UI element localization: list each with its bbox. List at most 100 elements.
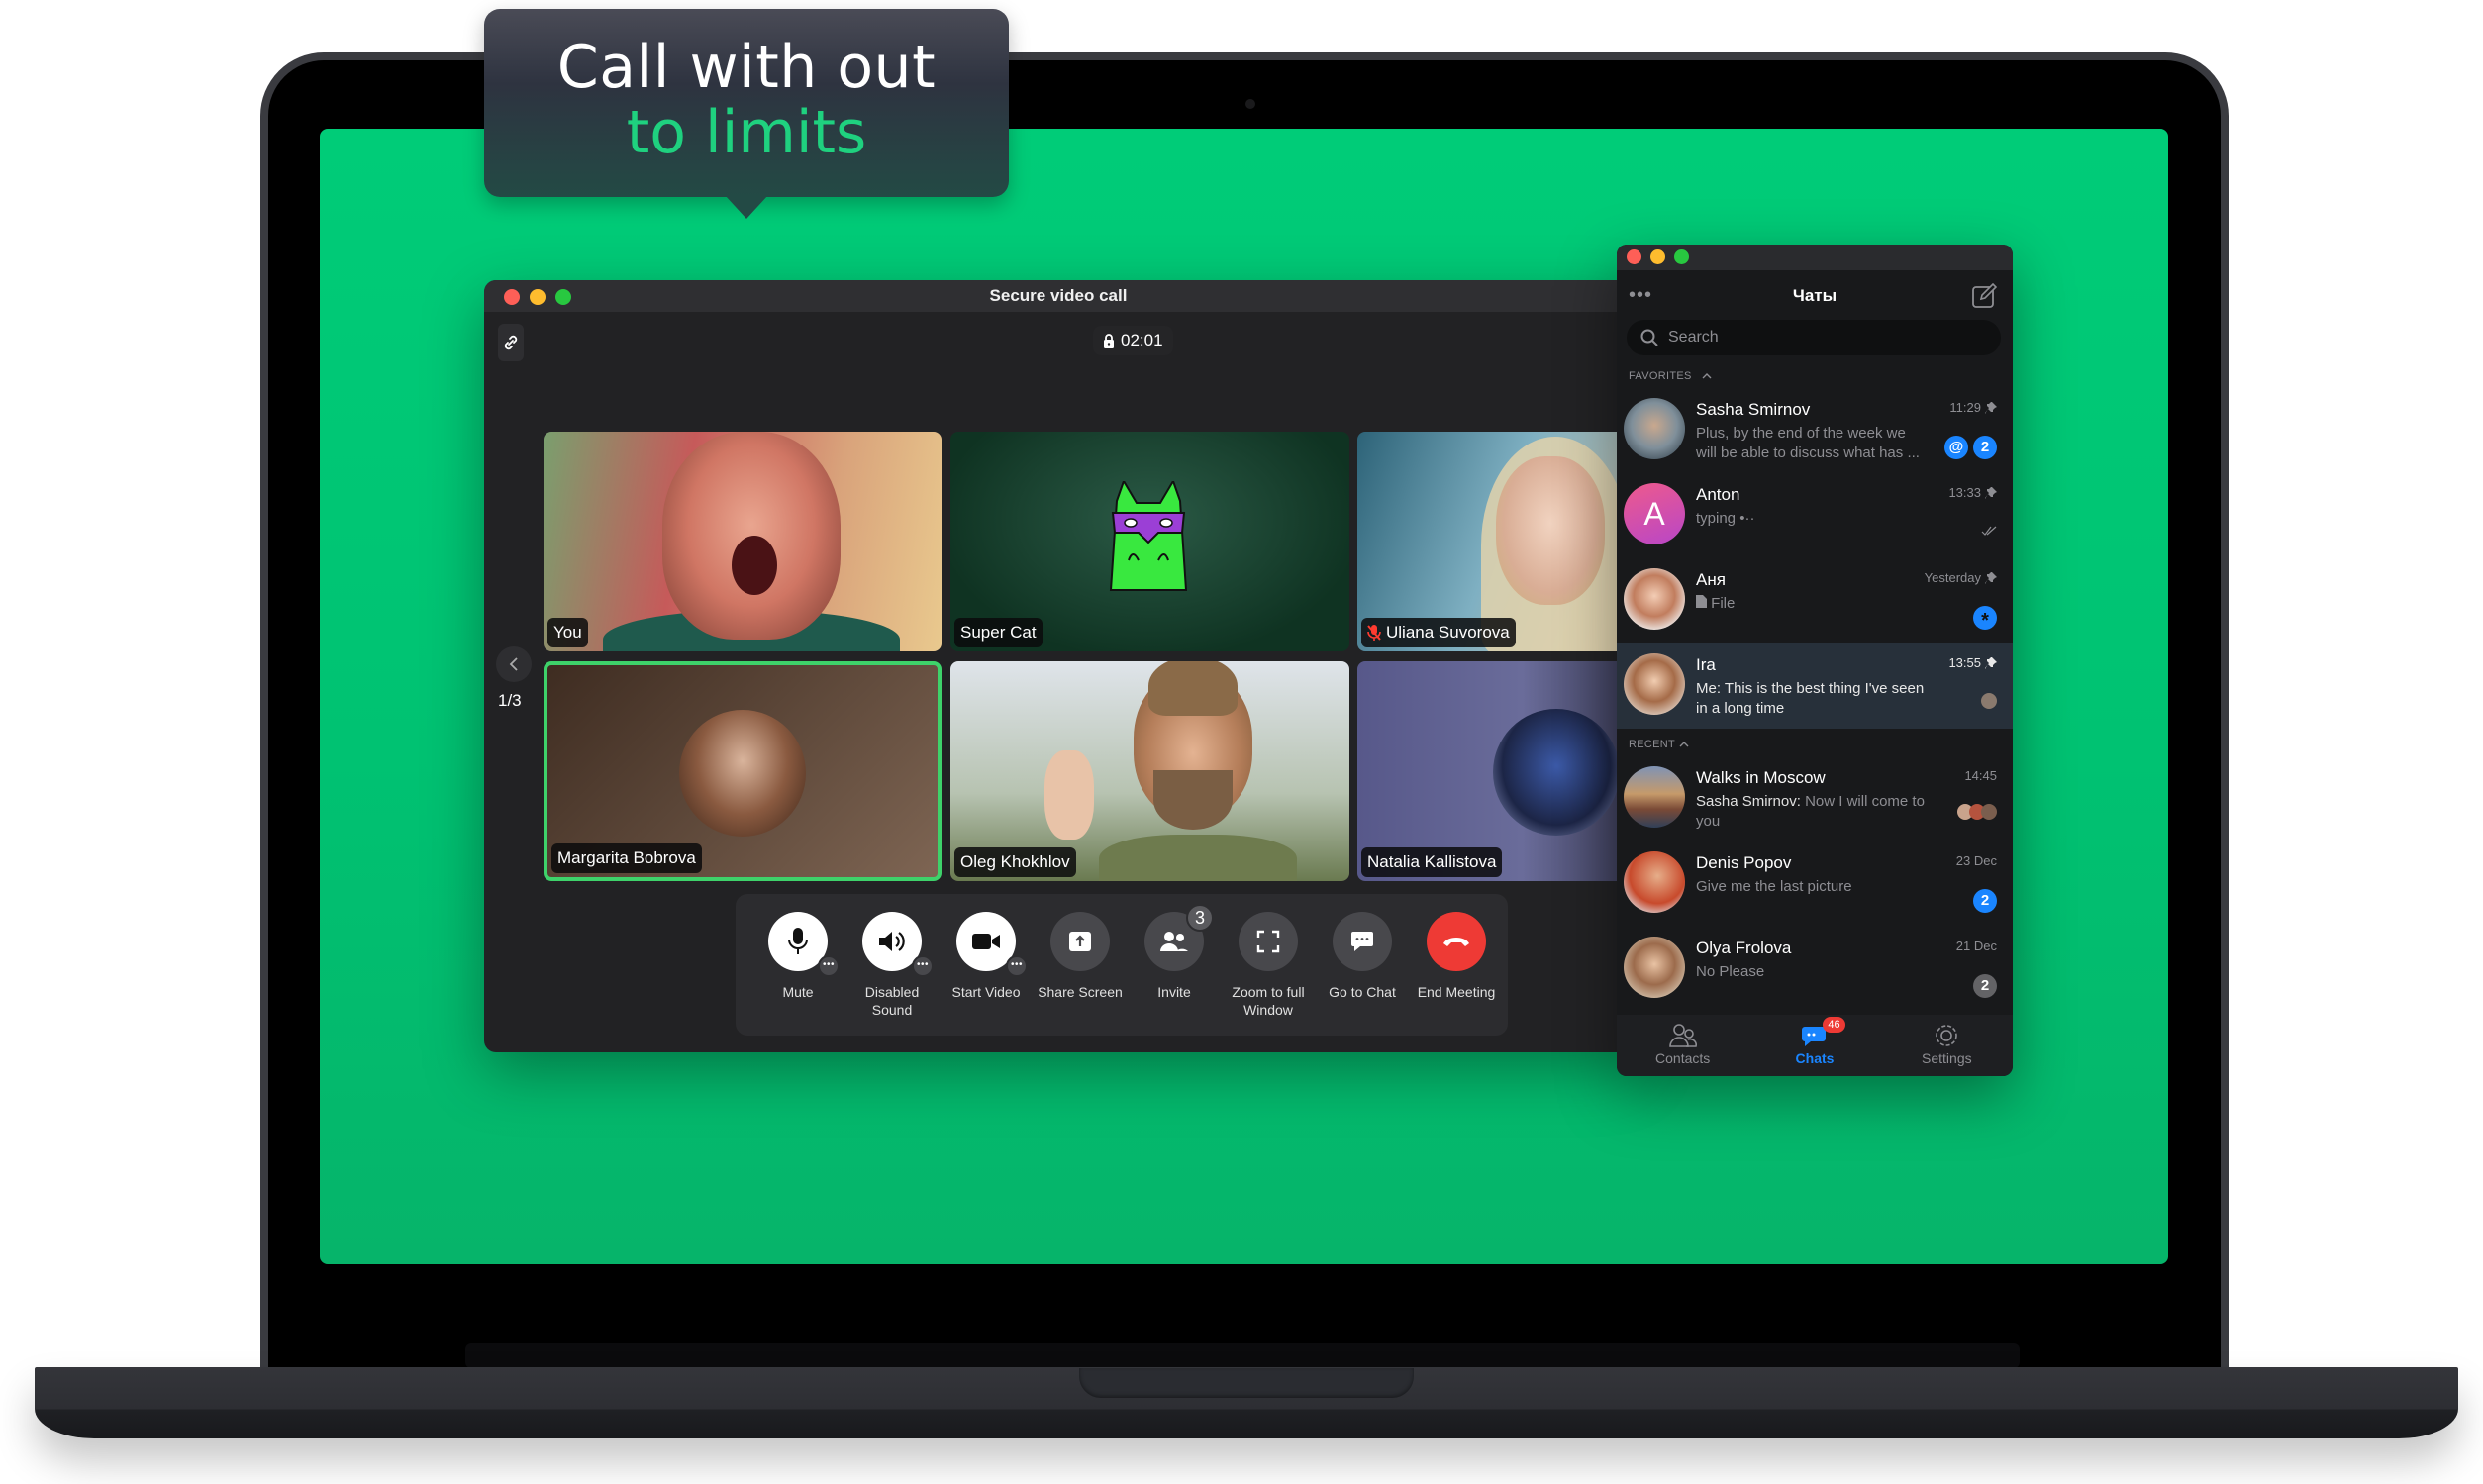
- search-field[interactable]: [1627, 320, 2001, 355]
- search-input[interactable]: [1668, 329, 1965, 346]
- unread-badge: 2: [1973, 436, 1997, 459]
- video-frame-detail: [1044, 750, 1094, 840]
- chat-preview: Me: This is the best thing I've seen in …: [1696, 680, 1925, 717]
- participant-tile-super-cat[interactable]: Super Cat: [950, 432, 1349, 651]
- chat-badges: [1981, 521, 1997, 537]
- chat-name: Walks in Moscow: [1696, 768, 1826, 787]
- chat-preview: File: [1696, 594, 1926, 614]
- call-timer: 02:01: [1093, 326, 1173, 355]
- chat-time: 14:45: [1964, 768, 1997, 783]
- chat-name: Olya Frolova: [1696, 939, 1792, 957]
- control-label: Start Video: [951, 984, 1021, 1000]
- previous-page-button[interactable]: [496, 646, 532, 682]
- page-indicator: 1/3: [498, 691, 522, 710]
- lock-icon: [1104, 333, 1114, 348]
- control-label: Zoom to full Window: [1232, 984, 1305, 1018]
- control-label: End Meeting: [1417, 984, 1496, 1000]
- avatar: [1624, 398, 1685, 459]
- chat-time: Yesterday: [1925, 570, 1997, 585]
- sound-button[interactable]: ••• Disabled Sound: [847, 912, 937, 1019]
- participant-name-tag: Oleg Khokhlov: [954, 847, 1076, 877]
- video-window-titlebar: Secure video call: [484, 280, 1633, 312]
- chat-item-ira[interactable]: Ira 13:55 Me: This is the best thing I'v…: [1617, 643, 2013, 729]
- chat-preview: Plus, by the end of the week we will be …: [1696, 425, 1920, 461]
- chevron-left-icon: [509, 657, 518, 671]
- sound-options-button[interactable]: •••: [912, 955, 934, 977]
- copy-link-button[interactable]: [498, 324, 524, 361]
- time-text: 23 Dec: [1955, 853, 1997, 868]
- participant-name-tag: You: [547, 618, 588, 647]
- tab-contacts[interactable]: Contacts: [1617, 1015, 1748, 1076]
- speaker-icon: [879, 932, 905, 951]
- compose-button[interactable]: [1971, 282, 1998, 314]
- participant-tile-natalia-kallistova[interactable]: Natalia Kallistova: [1357, 661, 1633, 881]
- participant-name: Uliana Suvorova: [1386, 623, 1510, 642]
- control-label: Invite: [1157, 984, 1191, 1000]
- participant-name: Natalia Kallistova: [1367, 852, 1497, 871]
- participant-tile-oleg-khokhlov[interactable]: Oleg Khokhlov: [950, 661, 1349, 881]
- time-text: 21 Dec: [1955, 939, 1997, 953]
- chat-item-sasha-smirnov[interactable]: Sasha Smirnov 11:29 Plus, by the end of …: [1617, 388, 2013, 473]
- bottom-tab-bar: Contacts 46 Chats Settings: [1617, 1015, 2013, 1076]
- control-label: Mute: [782, 984, 814, 1000]
- chat-item-anton[interactable]: A Anton 13:33 typing •··: [1617, 473, 2013, 558]
- participant-name: Super Cat: [960, 623, 1037, 642]
- link-icon: [504, 335, 518, 350]
- call-controls-bar: ••• Mute ••• Disabled Sound ••• Start Vi…: [736, 894, 1508, 1036]
- promo-subheadline: to limits: [626, 98, 867, 167]
- chat-time: 13:33: [1948, 485, 1997, 500]
- chat-item-olya-frolova[interactable]: Olya Frolova 21 Dec No Please 2: [1617, 927, 2013, 1012]
- invite-button[interactable]: 3 Invite: [1130, 904, 1219, 1001]
- double-check-read-icon: [1981, 526, 1997, 536]
- share-screen-button[interactable]: Share Screen: [1036, 912, 1125, 1001]
- chats-title: Чаты: [1792, 286, 1837, 305]
- start-video-button[interactable]: ••• Start Video: [942, 912, 1031, 1001]
- cat-sticker-avatar: [1109, 481, 1188, 591]
- chat-item-anya[interactable]: Аня Yesterday File *: [1617, 558, 2013, 643]
- participant-name: Margarita Bobrova: [557, 848, 696, 867]
- tab-settings[interactable]: Settings: [1881, 1015, 2013, 1076]
- compose-icon: [1972, 282, 1998, 308]
- group-member-avatar: [1981, 804, 1997, 820]
- zoom-full-window-button[interactable]: Zoom to full Window: [1224, 912, 1313, 1019]
- participant-tile-you[interactable]: You: [544, 432, 942, 651]
- favorites-section-toggle[interactable]: FAVORITES: [1617, 355, 2013, 388]
- time-text: 14:45: [1964, 768, 1997, 783]
- control-label: Go to Chat: [1329, 984, 1396, 1000]
- chat-name: Sasha Smirnov: [1696, 400, 1811, 419]
- microphone-muted-icon: [1367, 625, 1381, 641]
- window-maximize-button[interactable]: [1674, 249, 1689, 264]
- recent-section-toggle[interactable]: RECENT: [1617, 729, 2013, 756]
- unread-count-badge: 46: [1823, 1017, 1845, 1033]
- mute-button[interactable]: ••• Mute: [753, 912, 843, 1001]
- participant-tile-uliana-suvorova[interactable]: Uliana Suvorova: [1357, 432, 1633, 651]
- chat-name: Anton: [1696, 485, 1740, 504]
- unread-badge: 2: [1973, 889, 1997, 913]
- chat-time: 13:55: [1948, 655, 1997, 670]
- chevron-up-icon: [1702, 373, 1712, 379]
- mute-options-button[interactable]: •••: [818, 955, 840, 977]
- participant-tile-margarita-bobrova[interactable]: Margarita Bobrova: [544, 661, 942, 881]
- end-meeting-button[interactable]: End Meeting: [1412, 912, 1501, 1001]
- chat-time: 23 Dec: [1956, 853, 1997, 868]
- chat-time: 21 Dec: [1956, 939, 1997, 953]
- participant-avatar: [679, 710, 806, 837]
- chat-item-denis-popov[interactable]: Denis Popov 23 Dec Give me the last pict…: [1617, 841, 2013, 927]
- users-icon: [1160, 932, 1188, 951]
- video-options-button[interactable]: •••: [1006, 955, 1028, 977]
- file-icon: [1696, 595, 1707, 608]
- go-to-chat-button[interactable]: Go to Chat: [1318, 912, 1407, 1001]
- control-label: Disabled Sound: [864, 984, 920, 1018]
- chat-badges: 2: [1973, 889, 1997, 913]
- chat-badges: [1957, 804, 1997, 820]
- chat-preview: Sasha Smirnov: Now I will come to you: [1696, 792, 1926, 832]
- window-close-button[interactable]: [1627, 249, 1641, 264]
- chat-badges: [1981, 691, 1997, 709]
- tab-label: Settings: [1922, 1050, 1972, 1066]
- chat-name: Ira: [1696, 655, 1716, 674]
- participant-name-tag: Natalia Kallistova: [1361, 847, 1503, 877]
- window-minimize-button[interactable]: [1650, 249, 1665, 264]
- video-frame-detail: [732, 536, 777, 595]
- tab-chats[interactable]: 46 Chats: [1748, 1015, 1880, 1076]
- chat-item-walks-in-moscow[interactable]: Walks in Moscow 14:45 Sasha Smirnov: Now…: [1617, 756, 2013, 841]
